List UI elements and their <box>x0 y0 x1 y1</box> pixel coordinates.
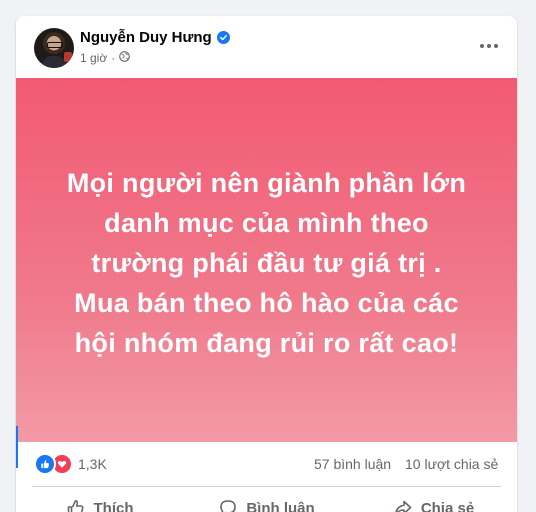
globe-icon <box>119 51 131 65</box>
more-dot <box>480 44 484 48</box>
like-icon <box>34 453 56 475</box>
post-timestamp[interactable]: 1 giờ <box>80 51 107 65</box>
post-header: Nguyễn Duy Hưng 1 giờ · <box>16 16 517 78</box>
comment-button[interactable]: Bình luận <box>183 488 350 512</box>
post-background: Mọi người nên giành phần lớn danh mục củ… <box>16 78 517 442</box>
avatar-glasses <box>47 42 63 48</box>
reaction-icons[interactable] <box>34 453 73 475</box>
comment-label: Bình luận <box>246 499 315 512</box>
more-options-button[interactable] <box>477 36 501 56</box>
verified-icon <box>216 31 230 44</box>
shares-count[interactable]: 10 lượt chia sẻ <box>405 456 498 472</box>
like-label: Thích <box>93 499 134 512</box>
avatar[interactable] <box>34 28 74 68</box>
page: Nguyễn Duy Hưng 1 giờ · Mọi người nên gi… <box>0 0 536 512</box>
avatar-accent <box>64 52 72 62</box>
post-stats: 1,3K 57 bình luận 10 lượt chia sẻ <box>16 442 517 486</box>
divider <box>32 486 501 487</box>
author-name[interactable]: Nguyễn Duy Hưng <box>80 29 212 46</box>
meta-separator: · <box>111 51 116 65</box>
more-dot <box>487 44 491 48</box>
share-button[interactable]: Chia sẻ <box>350 488 517 512</box>
like-button[interactable]: Thích <box>16 488 183 512</box>
post-card: Nguyễn Duy Hưng 1 giờ · Mọi người nên gi… <box>16 16 517 512</box>
author-line: Nguyễn Duy Hưng <box>80 29 230 46</box>
share-icon <box>393 498 413 512</box>
more-dot <box>494 44 498 48</box>
post-meta: 1 giờ · <box>80 51 131 65</box>
avatar-shirt <box>42 56 66 68</box>
post-text: Mọi người nên giành phần lớn danh mục củ… <box>66 168 467 358</box>
post-actions: Thích Bình luận Chia sẻ <box>16 488 517 512</box>
focus-edge <box>16 426 18 468</box>
thumbs-up-icon <box>66 498 86 512</box>
reaction-count[interactable]: 1,3K <box>78 456 107 472</box>
share-label: Chia sẻ <box>420 499 475 512</box>
comment-icon <box>218 498 238 512</box>
comments-count[interactable]: 57 bình luận <box>314 456 391 472</box>
